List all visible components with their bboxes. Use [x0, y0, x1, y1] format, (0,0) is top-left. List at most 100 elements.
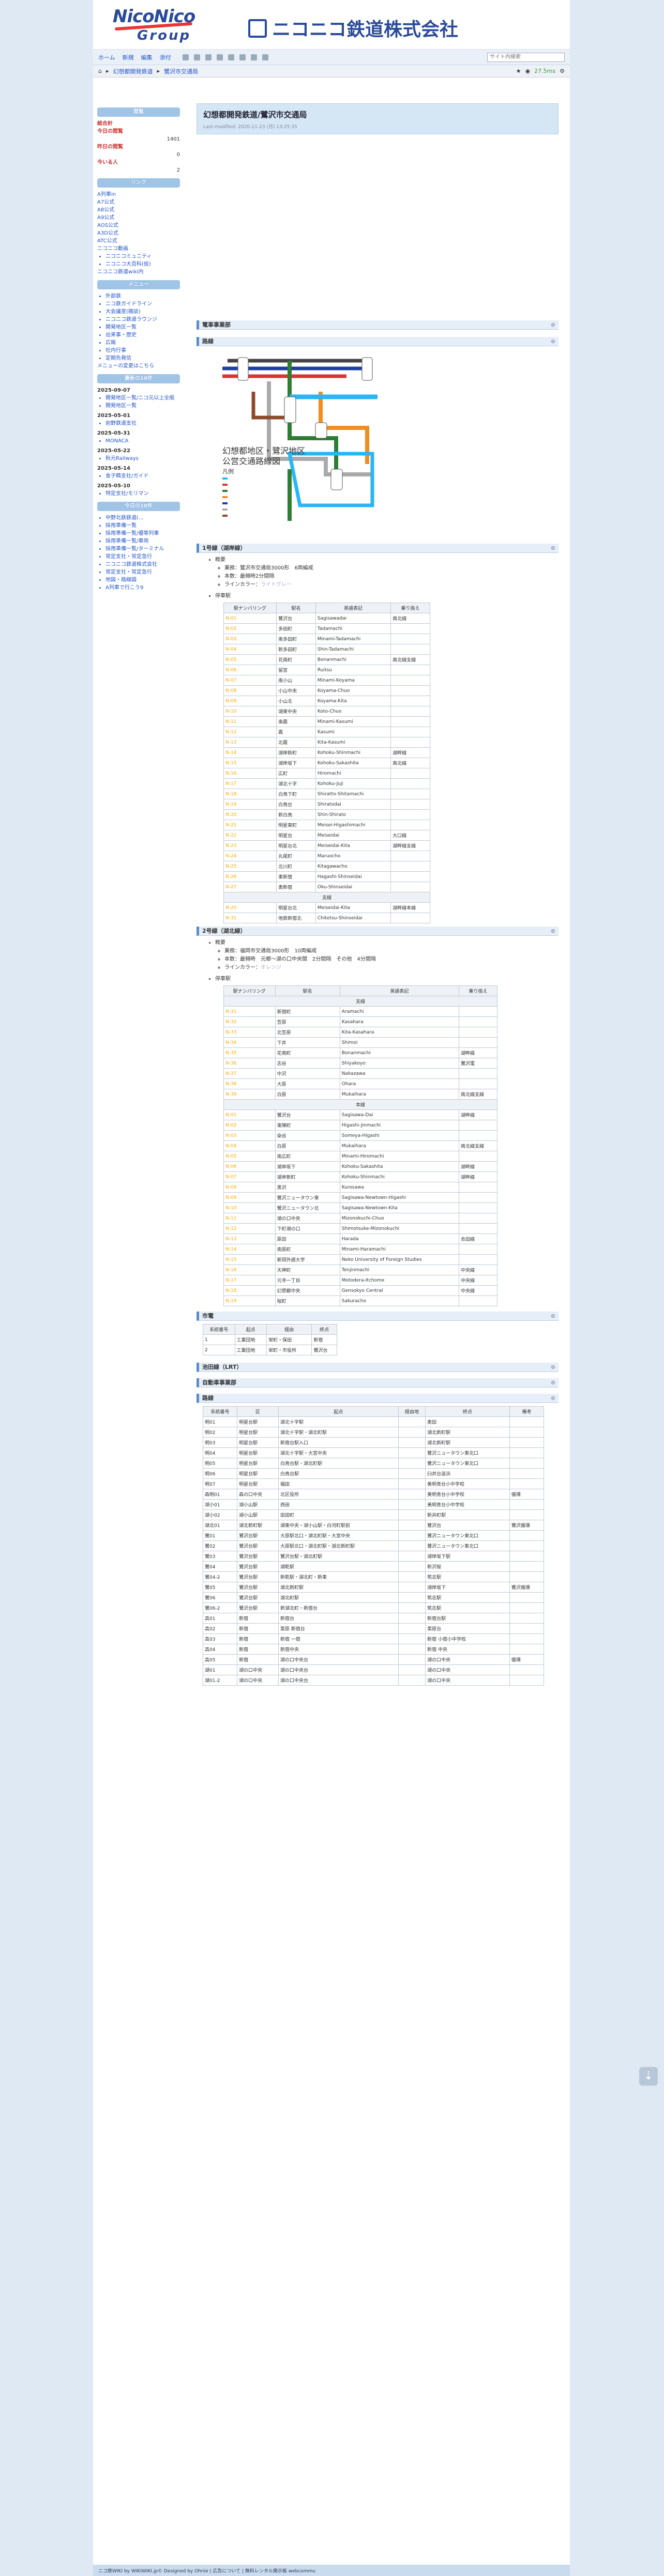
menu-item[interactable]: ニコニコ鉄道ラウンジ — [105, 316, 180, 323]
recent-date: 2025-05-31 — [97, 430, 130, 436]
recent-item[interactable]: 岩野鉄道支社 — [105, 420, 180, 427]
menu-item[interactable]: 定期先発信 — [105, 354, 180, 362]
table-cell — [390, 706, 430, 717]
table-cell: N-22 — [223, 830, 277, 841]
today-item[interactable]: 採用準備一覧 — [105, 522, 180, 530]
table-cell — [509, 1499, 545, 1510]
anchor-icon[interactable]: ⊕ — [551, 927, 559, 935]
link-extra[interactable]: ニコニコ鉄道wiki内 — [97, 268, 180, 276]
sidebar-link[interactable]: ニコニコ大百科(仮) — [105, 260, 180, 268]
breadcrumb-item[interactable]: 幻想都開発鉄道 — [113, 67, 153, 75]
menu-item[interactable]: 開発地区一覧 — [105, 323, 180, 331]
table-cell — [398, 1602, 426, 1613]
table-cell: N-17 — [223, 1275, 276, 1286]
fact-item: 業務：福岡市交通局3000形 10両編成 — [224, 947, 559, 955]
sidebar-link[interactable]: ATC公式 — [97, 237, 180, 245]
counter-value: 1401 — [167, 136, 180, 142]
rss-icon[interactable]: ◉ — [525, 68, 531, 74]
table-row: 明04 明星台駅 湖北十字駅・大宮中央 鷺沢ニュータウン東北口 — [202, 1447, 545, 1458]
today-item[interactable]: 採用準備一覧/ターミナル — [105, 545, 180, 553]
sidebar-link[interactable]: A3D公式 — [97, 229, 180, 237]
sidebar-link[interactable]: ニコニコ動画 — [97, 245, 180, 253]
toolbar-edit[interactable]: 編集 — [141, 53, 153, 61]
sidebar-link[interactable]: A8公式 — [97, 206, 180, 214]
today-item[interactable]: A列車で行こう9 — [105, 584, 180, 592]
freeze-icon[interactable] — [228, 54, 234, 60]
scroll-down-button[interactable]: ⇣ — [639, 2067, 658, 2086]
menu-item[interactable]: 広報 — [105, 339, 180, 347]
recent-item[interactable]: MONACA — [105, 437, 180, 445]
anchor-icon[interactable]: ⊕ — [551, 1394, 559, 1402]
recent-icon[interactable] — [250, 54, 257, 60]
sidebar-link[interactable]: ニコニコミュニティ — [105, 253, 180, 260]
anchor-icon[interactable]: ⊕ — [551, 320, 559, 329]
anchor-icon[interactable]: ⊕ — [551, 337, 559, 346]
table-cell: N-39 — [223, 1089, 276, 1100]
anchor-icon[interactable]: ⊕ — [551, 1363, 559, 1371]
recent-item[interactable]: 秋元Railways — [105, 455, 180, 462]
table-cell: N-07 — [223, 675, 277, 686]
today-item[interactable]: 常定支社・常定急行 — [105, 553, 180, 561]
rename-icon[interactable] — [193, 54, 200, 60]
anchor-icon[interactable]: ⊕ — [551, 544, 559, 552]
table-cell: N-11 — [223, 716, 277, 727]
column-header: 乗り換え — [459, 985, 497, 996]
today-item[interactable]: 地図・路線図 — [105, 576, 180, 584]
table-cell: 南霞 — [276, 716, 316, 727]
sidebar-link[interactable]: A7公式 — [97, 198, 180, 206]
niconico-group-logo[interactable]: NicoNico Group — [109, 4, 199, 45]
map-legend-label: 凡例 — [222, 468, 234, 475]
table-cell: Shiyakoyo — [339, 1058, 460, 1069]
toolbar-new[interactable]: 新規 — [123, 53, 134, 61]
copy-icon[interactable] — [182, 54, 189, 60]
menu-item[interactable]: 外部鉄 — [105, 292, 180, 300]
today-item[interactable]: 採用準備一覧/車両 — [105, 537, 180, 545]
table-cell — [459, 1192, 497, 1203]
table-cell: 森明01 — [202, 1489, 238, 1500]
menu-item[interactable]: ニコ鉄ガイドライン — [105, 300, 180, 308]
table-cell: 北笠原 — [275, 1027, 340, 1038]
today-item[interactable]: 常定支社・常定急行 — [105, 568, 180, 576]
table-cell: Meiseidai-Kita — [315, 902, 391, 913]
today-item[interactable]: 採用準備一覧/優等列車 — [105, 530, 180, 537]
table-cell — [390, 696, 430, 706]
table-cell: 新乾駅・湖北町・新東 — [278, 1571, 399, 1582]
today-item[interactable]: 中野北鉄鉄道(… — [105, 514, 180, 522]
table-cell: 小山中央 — [276, 685, 316, 696]
table-cell: 白鳥下町 — [276, 789, 316, 799]
bookmark-icon[interactable]: ★ — [516, 68, 521, 74]
table-cell: N-04 — [223, 644, 277, 655]
list-icon[interactable] — [239, 54, 246, 60]
home-icon[interactable]: ⌂ — [98, 68, 102, 74]
table-cell: N-09 — [223, 1192, 276, 1203]
table-cell: 湖乾駅 — [278, 1561, 399, 1572]
today-item[interactable]: ニコニコ鉄道株式会社 — [105, 561, 180, 568]
menu-edit-link[interactable]: メニューの変更はこちら — [97, 362, 180, 370]
sidebar-link[interactable]: A列車in — [97, 191, 180, 198]
gear-icon[interactable]: ⚙ — [560, 68, 565, 74]
table-row: N-19 白鳥台 Shiratodai — [223, 799, 430, 810]
help-icon[interactable] — [262, 54, 268, 60]
sidebar-link[interactable]: A9公式 — [97, 214, 180, 222]
site-search-input[interactable] — [487, 52, 565, 62]
table-cell — [459, 1244, 497, 1255]
history-icon[interactable] — [216, 54, 223, 60]
recent-item[interactable]: 開発地区一覧 — [105, 402, 180, 410]
table-cell: 明01 — [202, 1416, 238, 1427]
diff-icon[interactable] — [205, 54, 212, 60]
sidebar-link[interactable]: AOS公式 — [97, 222, 180, 229]
table-row: 湖01 湖の口中央 湖の口中央台 湖の口中央 — [202, 1664, 545, 1675]
menu-item[interactable]: 出来事・歴史 — [105, 331, 180, 339]
anchor-icon[interactable]: ⊕ — [551, 1312, 559, 1320]
recent-item[interactable]: 金子精支社/ガイド — [105, 472, 180, 480]
menu-item[interactable]: 大会議室(雑談) — [105, 308, 180, 316]
toolbar-home[interactable]: ホーム — [98, 53, 115, 61]
recent-item[interactable]: 開発地区一覧/ニコ元以上全般 — [105, 394, 180, 402]
anchor-icon[interactable]: ⊕ — [551, 1378, 559, 1387]
recent-item[interactable]: 特定支社/モリマン — [105, 490, 180, 498]
toolbar-attach[interactable]: 添付 — [160, 53, 171, 61]
breadcrumb-item[interactable]: 鷺沢市交通局 — [164, 67, 198, 75]
table-cell — [509, 1468, 545, 1479]
menu-item[interactable]: 社内行事 — [105, 347, 180, 354]
bus-route-table: 系統番号区起点 経由地 終点 備考 明01 明星台駅 湖北十字駅 奥田 明02 明星台駅 湖北十字駅… — [202, 1406, 545, 1686]
